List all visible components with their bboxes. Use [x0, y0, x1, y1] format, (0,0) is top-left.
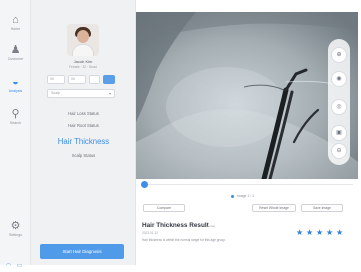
- rail-item-home[interactable]: ⌂ Home: [0, 14, 31, 42]
- hair-image: [136, 12, 358, 179]
- home-icon: ⌂: [12, 14, 19, 26]
- field-a[interactable]: 00: [47, 75, 65, 84]
- save-image-button[interactable]: Save Image: [301, 204, 343, 212]
- rail-bottom-controls: ◠ ▭: [4, 254, 28, 269]
- dropdown-value: Scalp: [51, 91, 60, 95]
- rail-label: Settings: [9, 233, 22, 237]
- profile-panel: Jacob Kim Female · 32 · Seoul 00 00 Scal…: [31, 0, 136, 265]
- menu-scalp[interactable]: Scalp Status: [31, 152, 136, 160]
- field-c[interactable]: [89, 75, 100, 84]
- menu-hair-thickness[interactable]: Hair Thickness: [31, 135, 136, 149]
- profile-info: Female · 32 · Seoul: [69, 65, 97, 69]
- rail-label: Home: [10, 27, 21, 31]
- result-description: Hair thickness is within the normal rang…: [142, 238, 226, 242]
- rotate-button[interactable]: ◎: [331, 99, 347, 115]
- rail-item-customer[interactable]: ♟ Customer: [0, 44, 31, 72]
- menu-hair-loss[interactable]: Hair Loss Status: [31, 110, 136, 118]
- zoom-in-button[interactable]: ⊕: [331, 47, 347, 63]
- apply-button[interactable]: [103, 75, 115, 84]
- timeline-track[interactable]: [148, 184, 353, 185]
- timeline-knob[interactable]: [141, 181, 148, 188]
- rail-item-settings[interactable]: ⚙ Settings: [0, 220, 31, 248]
- microscope-viewer[interactable]: ⊕ ◉ ◎ ▣ ⊖: [136, 12, 358, 179]
- capture-button[interactable]: ▣: [331, 125, 347, 141]
- compare-button[interactable]: Compare: [143, 204, 185, 212]
- rail-label: Customer: [7, 57, 24, 61]
- star-icon: ★: [306, 228, 314, 237]
- battery-icon[interactable]: ▭: [15, 263, 24, 270]
- menu-hair-root[interactable]: Hair Root Status: [31, 122, 136, 130]
- reset-image-button[interactable]: Reset Whole Image: [252, 204, 296, 212]
- area-dropdown[interactable]: Scalp ▾: [47, 89, 115, 98]
- profile-name: Jacob Kim: [73, 59, 93, 64]
- result-title: Hair Thickness Result: [142, 222, 209, 229]
- rail-item-search[interactable]: ⚲ Search: [0, 108, 31, 136]
- gear-icon: ⚙: [10, 220, 21, 232]
- avatar: [67, 24, 99, 56]
- star-icon: ★: [326, 228, 334, 237]
- wifi-icon[interactable]: ◠: [4, 263, 13, 270]
- result-badge: Normal: [205, 224, 215, 228]
- zoom-out-button[interactable]: ⊖: [331, 143, 347, 159]
- chevron-down-icon: ▾: [108, 91, 111, 96]
- viewer-controls: ⊕ ◉ ◎ ▣ ⊖: [328, 39, 350, 165]
- rail-item-analysis[interactable]: ◒ Analysis: [0, 76, 31, 104]
- user-icon: ♟: [10, 44, 21, 56]
- page-dot: [231, 195, 234, 198]
- rating-stars: ★ ★ ★ ★ ★: [296, 222, 346, 237]
- start-diagnosis-button[interactable]: Start Hair Diagnosis: [40, 244, 124, 259]
- search-icon: ⚲: [11, 108, 20, 120]
- timeline-bar: [136, 179, 358, 190]
- star-icon: ★: [296, 228, 304, 237]
- star-icon: ★: [316, 228, 324, 237]
- rail-label: Analysis: [8, 89, 23, 93]
- field-b[interactable]: 00: [68, 75, 86, 84]
- drop-icon: ◒: [12, 76, 19, 88]
- result-date: 2023.01.12: [142, 231, 158, 235]
- camera-button[interactable]: ◉: [331, 71, 347, 87]
- app-window: ⌂ Home ♟ Customer ◒ Analysis ⚲ Search ⚙ …: [0, 0, 361, 269]
- star-icon: ★: [336, 228, 344, 237]
- rail-label: Search: [9, 121, 22, 125]
- timeline-label: Image 1 / 1: [237, 194, 254, 198]
- nav-rail: ⌂ Home ♟ Customer ◒ Analysis ⚲ Search ⚙ …: [0, 0, 31, 269]
